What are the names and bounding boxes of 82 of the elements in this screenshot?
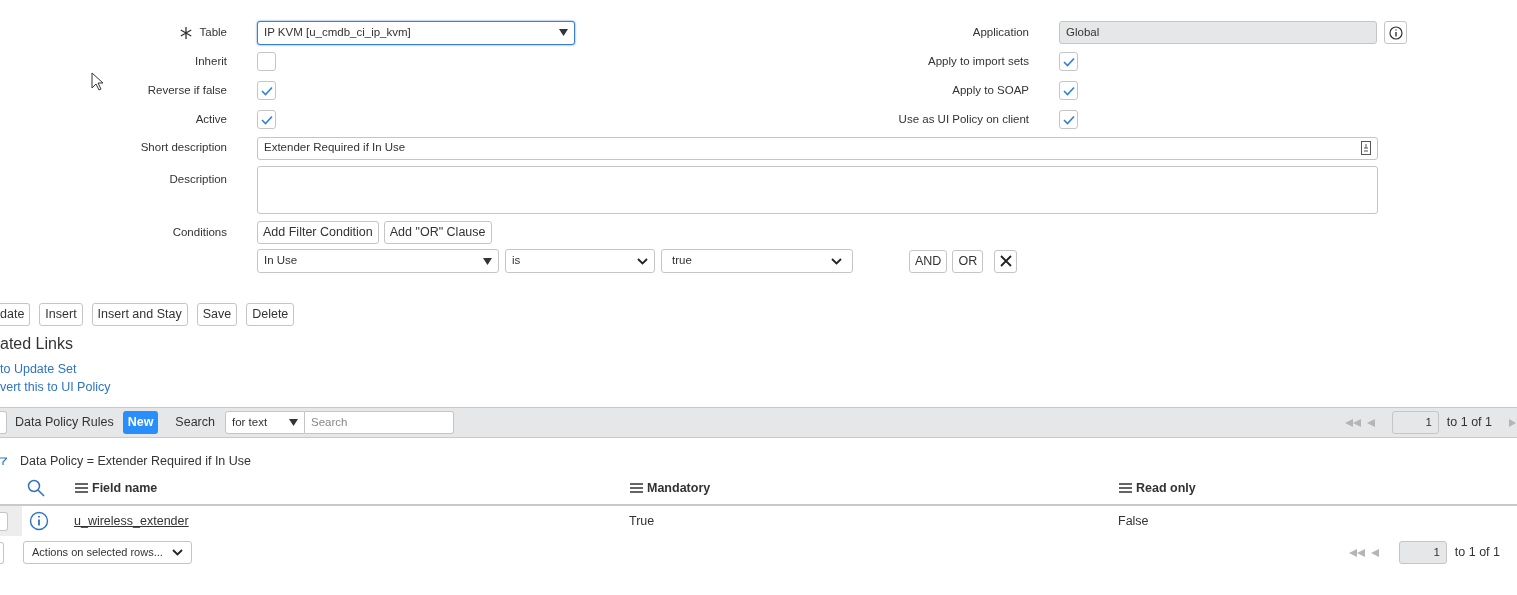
chevron-down-icon bbox=[831, 257, 842, 265]
checkbox[interactable] bbox=[257, 52, 276, 71]
page-field[interactable]: 1 bbox=[1398, 541, 1447, 564]
value-select[interactable]: true bbox=[661, 249, 853, 273]
table-cell-text: True bbox=[629, 512, 656, 530]
dropdown-arrow-icon bbox=[288, 419, 298, 426]
first-page-icon bbox=[1348, 548, 1365, 557]
description-field[interactable] bbox=[257, 166, 1378, 214]
checkmark-icon bbox=[1062, 56, 1075, 67]
next-page-icon bbox=[1509, 418, 1516, 427]
form-action-button[interactable]: Insert bbox=[39, 303, 83, 326]
checkbox[interactable] bbox=[1059, 52, 1078, 71]
field-label: Use as UI Policy on client bbox=[898, 111, 1029, 127]
related-link[interactable]: to Update Set bbox=[0, 360, 77, 378]
filter-breadcrumb: Data Policy = Extender Required if In Use bbox=[20, 452, 252, 470]
field-label: Short description bbox=[139, 140, 227, 156]
column-menu-icon bbox=[1119, 483, 1132, 493]
field-label: Active bbox=[195, 111, 227, 127]
related-link[interactable]: vert this to UI Policy bbox=[0, 378, 111, 396]
table-cell-text: False bbox=[1118, 512, 1149, 530]
list-title: Data Policy Rules bbox=[15, 414, 114, 432]
filter-icon bbox=[0, 457, 7, 465]
chevron-down-icon bbox=[637, 257, 648, 265]
checkbox[interactable] bbox=[1059, 110, 1078, 129]
page-field[interactable]: 1 bbox=[1391, 411, 1439, 434]
section-heading: ated Links bbox=[0, 334, 74, 354]
checkmark-icon bbox=[260, 85, 273, 96]
search-icon bbox=[27, 479, 45, 497]
checkbox[interactable] bbox=[257, 81, 276, 100]
chevron-down-icon bbox=[172, 549, 183, 556]
search-scope-select[interactable]: for text bbox=[224, 411, 305, 434]
checkmark-icon bbox=[1062, 114, 1075, 125]
operator-select[interactable]: is bbox=[505, 249, 655, 273]
field-label: Table bbox=[199, 24, 227, 40]
column-menu-icon bbox=[75, 483, 88, 493]
form-action-button[interactable]: Insert and Stay bbox=[91, 303, 188, 326]
application-field: Global bbox=[1059, 21, 1377, 44]
form-action-button[interactable]: date bbox=[0, 303, 31, 326]
checkbox[interactable] bbox=[1059, 81, 1078, 100]
field-label: Reverse if false bbox=[147, 82, 227, 98]
checkmark-icon bbox=[1062, 85, 1075, 96]
column-header: Read only bbox=[1136, 479, 1196, 497]
form-action-button[interactable]: Save bbox=[196, 303, 238, 326]
remove-condition-button[interactable] bbox=[994, 249, 1018, 273]
info-icon[interactable] bbox=[29, 511, 49, 531]
condition-button[interactable]: Add Filter Condition bbox=[257, 221, 379, 244]
previous-page-icon bbox=[1370, 548, 1379, 557]
field-label: Apply to SOAP bbox=[952, 82, 1029, 98]
dropdown-arrow-icon bbox=[483, 257, 492, 265]
field-label: Apply to import sets bbox=[928, 53, 1029, 69]
condition-button[interactable]: Add "OR" Clause bbox=[383, 221, 492, 244]
select-all-checkbox[interactable] bbox=[0, 541, 4, 564]
form-action-button[interactable]: Delete bbox=[246, 303, 295, 326]
column-menu-icon bbox=[630, 483, 643, 493]
field-select[interactable]: In Use bbox=[257, 249, 499, 273]
actions-select[interactable]: Actions on selected rows... bbox=[23, 541, 192, 564]
first-page-icon bbox=[1344, 418, 1361, 427]
close-icon bbox=[999, 255, 1012, 267]
mouse-pointer-icon bbox=[91, 72, 104, 91]
checkmark-icon bbox=[260, 114, 273, 125]
search-label: Search bbox=[175, 414, 215, 432]
table-select[interactable]: IP KVM [u_cmdb_ci_ip_kvm] bbox=[257, 20, 575, 45]
field-name-link[interactable]: u_wireless_extender bbox=[74, 511, 629, 531]
page-range: to 1 of 1 bbox=[1454, 544, 1500, 562]
page-range: to 1 of 1 bbox=[1446, 414, 1492, 432]
info-button[interactable] bbox=[1384, 21, 1407, 44]
suggestion-icon bbox=[1361, 141, 1371, 155]
column-header: Mandatory bbox=[647, 479, 711, 497]
column-header: Field name bbox=[92, 479, 158, 497]
info-icon bbox=[1388, 25, 1403, 40]
row-checkbox[interactable] bbox=[0, 511, 8, 531]
checkbox[interactable] bbox=[257, 110, 276, 129]
field-label: Conditions bbox=[171, 224, 227, 240]
search-field[interactable]: Search bbox=[304, 411, 454, 434]
field-label: Description bbox=[168, 172, 227, 187]
join-button[interactable]: OR bbox=[952, 249, 984, 273]
short-description-field[interactable]: Extender Required if In Use bbox=[257, 136, 1378, 160]
dropdown-arrow-icon bbox=[559, 29, 568, 36]
join-button[interactable]: AND bbox=[909, 249, 948, 273]
previous-page-icon bbox=[1366, 418, 1375, 427]
field-label: Application bbox=[972, 24, 1029, 40]
field-label: Inherit bbox=[195, 53, 227, 69]
